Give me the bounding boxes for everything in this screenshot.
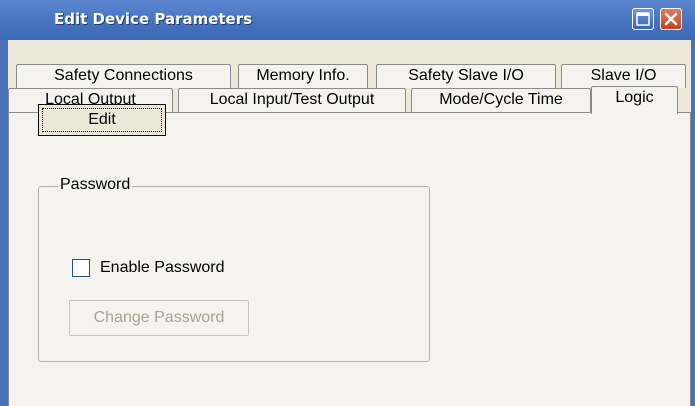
tab-memory-info[interactable]: Memory Info. — [238, 64, 368, 88]
change-password-button[interactable]: Change Password — [69, 300, 249, 336]
enable-password-label[interactable]: Enable Password — [100, 257, 225, 279]
window-title: Edit Device Parameters — [54, 10, 253, 28]
tab-local-input-test-output[interactable]: Local Input/Test Output — [178, 88, 406, 112]
maximize-icon — [636, 12, 650, 26]
edit-button[interactable]: Edit — [38, 104, 166, 136]
title-bar[interactable]: Edit Device Parameters — [0, 0, 695, 40]
enable-password-checkbox[interactable] — [72, 259, 90, 277]
close-icon — [664, 12, 678, 26]
edit-device-parameters-window: Edit Device Parameters Safety Connection… — [0, 0, 695, 406]
tab-slave-io[interactable]: Slave I/O — [561, 64, 686, 88]
tab-safety-slave-io[interactable]: Safety Slave I/O — [376, 64, 556, 88]
password-group-legend: Password — [58, 175, 133, 195]
maximize-button[interactable] — [632, 8, 654, 30]
tab-mode-cycle-time[interactable]: Mode/Cycle Time — [411, 88, 591, 112]
tab-logic[interactable]: Logic — [591, 86, 678, 114]
close-button[interactable] — [660, 8, 682, 30]
edit-button-label: Edit — [42, 108, 162, 132]
tab-safety-connections[interactable]: Safety Connections — [16, 64, 231, 88]
